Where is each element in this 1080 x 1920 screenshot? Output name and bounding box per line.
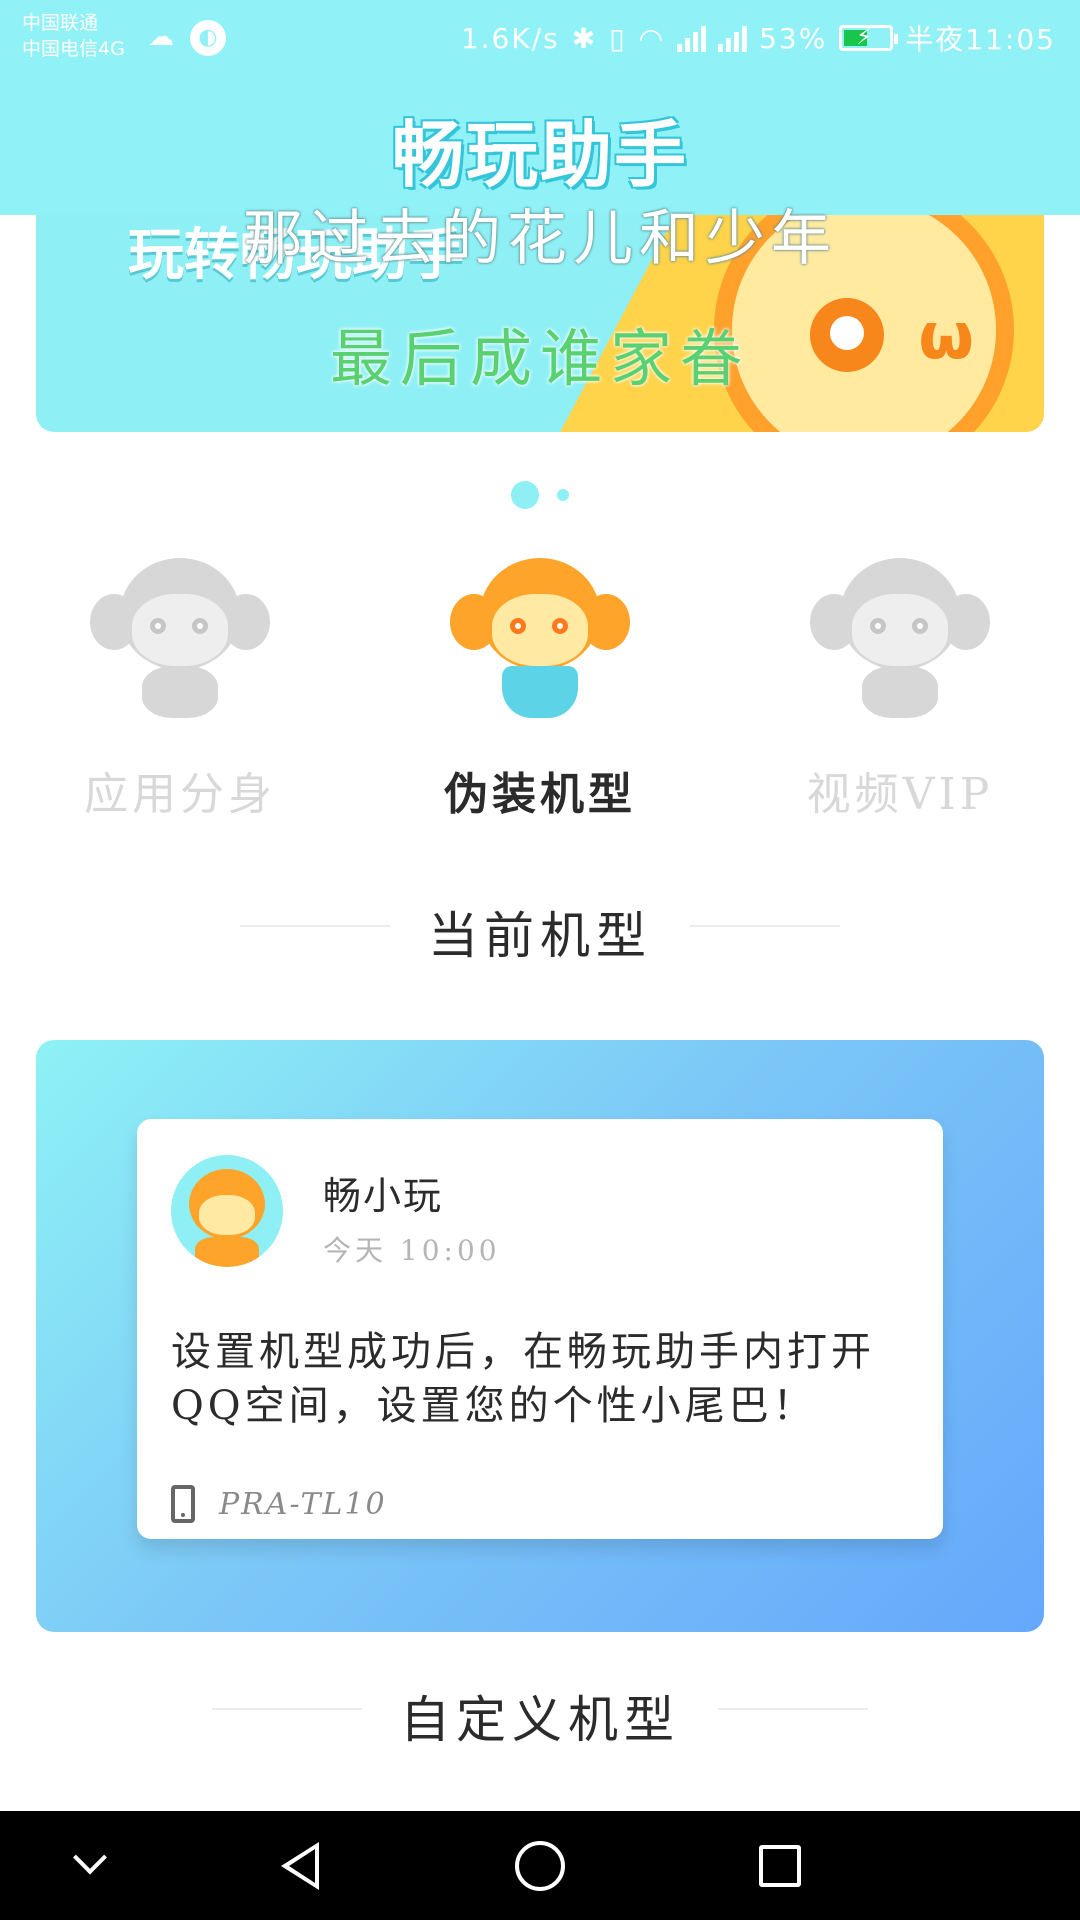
carrier-1: 中国联通 xyxy=(22,12,99,34)
phone-icon xyxy=(171,1485,195,1523)
tab-app-clone-label: 应用分身 xyxy=(84,769,276,820)
weather-icon: ☁ xyxy=(148,22,174,52)
carousel-indicator xyxy=(0,481,1080,509)
signal-icon xyxy=(677,24,707,52)
status-bar-left: 中国联通 中国电信4G ☁ ◐ xyxy=(22,10,226,62)
system-nav-bar xyxy=(0,1811,1080,1920)
back-icon xyxy=(281,1841,319,1890)
app-header: 中国联通 中国电信4G ☁ ◐ 1.6K/s ✱ ▯ ◠ 53% ⚡ 半夜11:… xyxy=(0,0,1080,215)
tab-disguise-model-label: 伪装机型 xyxy=(444,769,636,820)
nfc-icon: ◐ xyxy=(190,20,226,56)
bluetooth-icon: ✱ xyxy=(571,21,598,55)
app-logo-title: 畅玩助手 xyxy=(391,113,688,197)
network-speed: 1.6K/s xyxy=(460,21,560,55)
device-model-tail: PRA-TL10 xyxy=(219,1487,387,1522)
lyric-overlay-line-1: 那过去的花儿和少年 xyxy=(243,204,837,274)
clock: 半夜11:05 xyxy=(905,23,1056,56)
carousel-dot[interactable] xyxy=(557,489,569,501)
carrier-2: 中国电信4G xyxy=(22,38,125,60)
collapse-icon xyxy=(73,1840,107,1874)
monkey-vip-icon xyxy=(810,558,990,718)
vibrate-icon: ▯ xyxy=(609,21,627,55)
monkey-disguise-icon xyxy=(450,558,630,718)
battery-percent: 53% xyxy=(759,21,828,55)
monkey-twin-phones-icon xyxy=(90,558,270,718)
home-icon xyxy=(515,1840,565,1891)
post-content: 设置机型成功后，在畅玩助手内打开QQ空间，设置您的个性小尾巴！ xyxy=(171,1329,875,1429)
carousel-dot-active[interactable] xyxy=(511,481,539,509)
signal-4g-icon xyxy=(718,24,748,52)
post-time: 今天 10:00 xyxy=(323,1234,501,1267)
back-button[interactable] xyxy=(240,1811,360,1920)
recent-apps-button[interactable] xyxy=(720,1811,840,1920)
tab-disguise-model[interactable]: 伪装机型 xyxy=(420,548,660,820)
current-model-title: 当前机型 xyxy=(428,907,652,965)
post-author: 畅小玩 xyxy=(323,1174,444,1218)
feature-tabs: 应用分身 伪装机型 视频VIP xyxy=(0,548,1080,820)
tab-video-vip-label: 视频VIP xyxy=(806,769,994,820)
collapse-button[interactable] xyxy=(30,1811,150,1920)
lyric-overlay-line-2: 最后成谁家眷 xyxy=(329,322,750,395)
tab-app-clone[interactable]: 应用分身 xyxy=(60,548,300,820)
wifi-icon: ◠ xyxy=(638,21,666,55)
battery-icon: ⚡ xyxy=(839,25,899,51)
avatar xyxy=(171,1155,283,1267)
preview-post-card: 畅小玩 今天 10:00 设置机型成功后，在畅玩助手内打开QQ空间，设置您的个性… xyxy=(137,1119,943,1539)
tab-video-vip[interactable]: 视频VIP xyxy=(780,548,1020,820)
home-button[interactable] xyxy=(480,1811,600,1920)
status-bar-right: 1.6K/s ✱ ▯ ◠ 53% ⚡ 半夜11:05 xyxy=(461,18,1056,58)
recent-apps-icon xyxy=(759,1844,801,1887)
custom-model-title[interactable]: 自定义机型 xyxy=(0,1680,1080,1752)
